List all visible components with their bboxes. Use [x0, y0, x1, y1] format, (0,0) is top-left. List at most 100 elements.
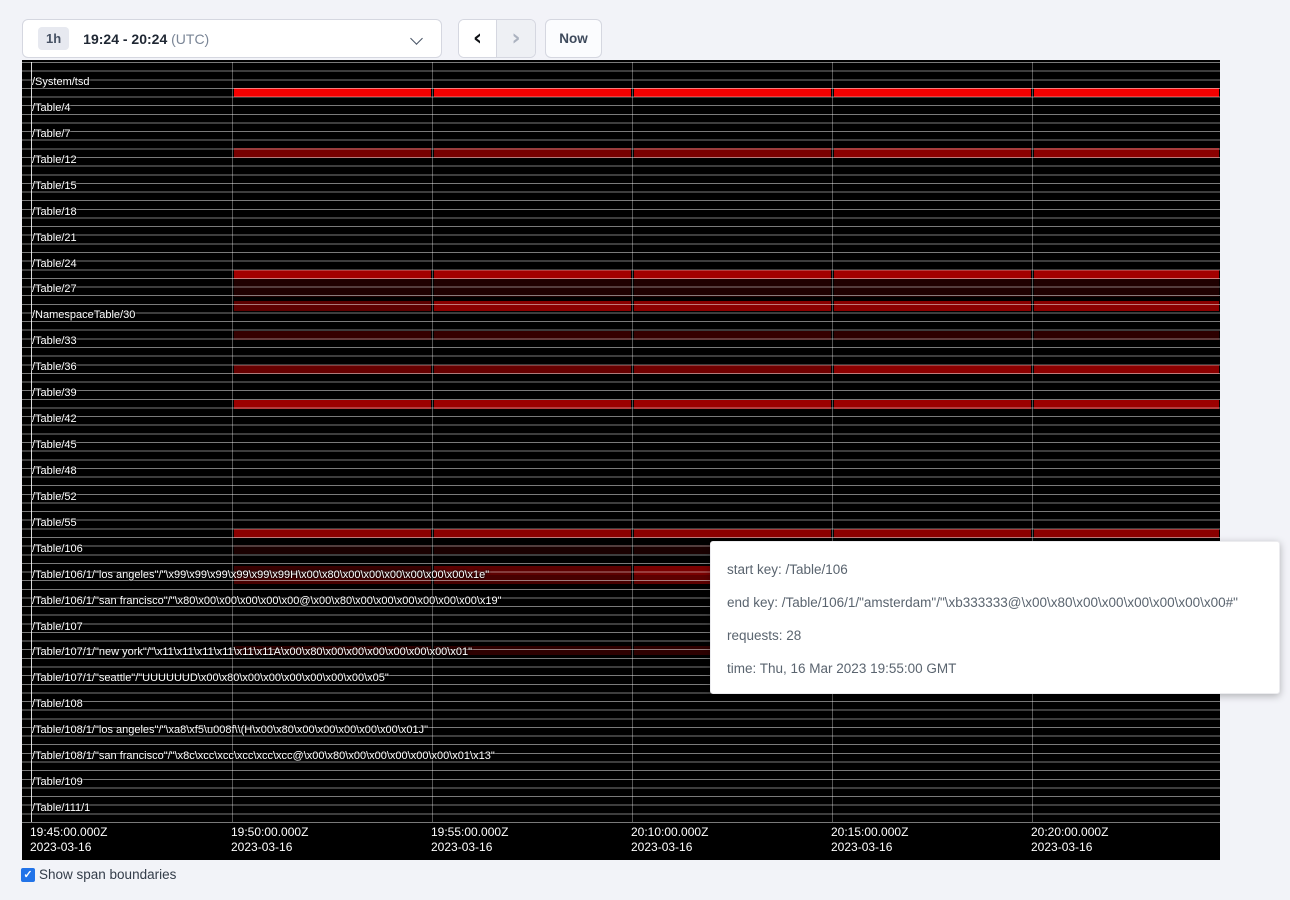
heatmap-band-cell[interactable]: [434, 529, 631, 538]
heatmap-band-cell[interactable]: [834, 529, 1031, 538]
heatmap-band-cell[interactable]: [234, 88, 431, 97]
heatmap-band-cell[interactable]: [1034, 279, 1219, 288]
span-label: /Table/52: [32, 491, 77, 503]
span-label: /Table/24: [32, 258, 77, 270]
heatmap-band-cell[interactable]: [634, 288, 831, 297]
span-label: /Table/12: [32, 154, 77, 166]
span-label: /Table/45: [32, 439, 77, 451]
heatmap-band-cell[interactable]: [634, 279, 831, 288]
now-button[interactable]: Now: [545, 19, 602, 58]
heatmap-band-cell[interactable]: [634, 88, 831, 97]
heatmap-band-cell[interactable]: [834, 279, 1031, 288]
time-bucket-gridline: [632, 62, 633, 822]
x-axis-tick: 20:20:00.000Z2023-03-16: [1031, 825, 1108, 855]
heatmap-band-cell[interactable]: [434, 331, 631, 340]
x-axis-tick: 19:55:00.000Z2023-03-16: [431, 825, 508, 855]
heatmap-band-cell[interactable]: [834, 400, 1031, 409]
show-span-boundaries-label: Show span boundaries: [39, 867, 176, 882]
tooltip-time: time: Thu, 16 Mar 2023 19:55:00 GMT: [727, 652, 1263, 685]
heatmap-band-cell[interactable]: [834, 288, 1031, 297]
heatmap-band-cell[interactable]: [434, 400, 631, 409]
heatmap-band-cell[interactable]: [434, 279, 631, 288]
x-axis-tick-date: 2023-03-16: [1031, 840, 1108, 855]
x-axis-tick-date: 2023-03-16: [831, 840, 908, 855]
heatmap-band-cell[interactable]: [234, 148, 431, 158]
span-label: /System/tsd: [32, 76, 89, 88]
span-label: /Table/107/1/"new york"/"\x11\x11\x11\x1…: [32, 646, 472, 658]
footer-controls: ✓ Show span boundaries: [21, 867, 176, 882]
heatmap-band-cell[interactable]: [1034, 288, 1219, 297]
prev-range-button[interactable]: ‹: [459, 20, 497, 57]
heatmap-band-cell[interactable]: [1034, 529, 1219, 538]
time-bucket-gridline: [432, 62, 433, 822]
x-axis-tick-date: 2023-03-16: [631, 840, 708, 855]
heatmap-band-cell[interactable]: [434, 148, 631, 158]
heatmap-band-cell[interactable]: [1034, 148, 1219, 158]
heatmap-band-cell[interactable]: [234, 288, 431, 297]
heatmap-band-cell[interactable]: [234, 270, 431, 279]
heatmap-band-cell[interactable]: [234, 400, 431, 409]
heatmap-band-cell[interactable]: [434, 545, 631, 554]
heatmap-band-cell[interactable]: [434, 365, 631, 374]
heatmap-band-cell[interactable]: [234, 566, 431, 575]
heatmap-band-cell[interactable]: [1034, 365, 1219, 374]
heatmap-band-cell[interactable]: [634, 365, 831, 374]
heatmap-left-boundary-line: [31, 62, 32, 822]
heatmap-band-cell[interactable]: [234, 301, 431, 311]
heatmap-band-cell[interactable]: [434, 575, 631, 584]
heatmap-band-cell[interactable]: [434, 88, 631, 97]
tooltip-end-key: end key: /Table/106/1/"amsterdam"/"\xb33…: [727, 586, 1263, 619]
heatmap-band-cell[interactable]: [834, 331, 1031, 340]
span-label: /Table/107: [32, 621, 83, 633]
heatmap-band-cell[interactable]: [234, 646, 431, 655]
heatmap-band-cell[interactable]: [1034, 400, 1219, 409]
time-bucket-gridline: [232, 62, 233, 822]
heatmap-band-cell[interactable]: [234, 529, 431, 538]
span-hover-tooltip: start key: /Table/106 end key: /Table/10…: [710, 541, 1280, 694]
heatmap-band-cell[interactable]: [434, 566, 631, 575]
heatmap-band-cell[interactable]: [634, 148, 831, 158]
heatmap-band-cell[interactable]: [1034, 88, 1219, 97]
heatmap-band-cell[interactable]: [434, 646, 631, 655]
heatmap-band-cell[interactable]: [634, 331, 831, 340]
heatmap-band-cell[interactable]: [634, 400, 831, 409]
span-label: /Table/15: [32, 180, 77, 192]
heatmap-band-cell[interactable]: [234, 365, 431, 374]
x-axis-tick-date: 2023-03-16: [231, 840, 308, 855]
heatmap-band-cell[interactable]: [634, 301, 831, 311]
heatmap-band-cell[interactable]: [434, 270, 631, 279]
heatmap-band-cell[interactable]: [234, 279, 431, 288]
range-text: 19:24 - 20:24 (UTC): [83, 31, 209, 47]
heatmap-band-cell[interactable]: [834, 270, 1031, 279]
chevron-right-icon: ›: [511, 26, 520, 51]
span-label: /Table/39: [32, 387, 77, 399]
heatmap-band-cell[interactable]: [1034, 270, 1219, 279]
x-axis-tick: 20:10:00.000Z2023-03-16: [631, 825, 708, 855]
heatmap-band-cell[interactable]: [634, 270, 831, 279]
heatmap-band-cell[interactable]: [834, 301, 1031, 311]
span-label: /Table/18: [32, 206, 77, 218]
heatmap-band-cell[interactable]: [834, 365, 1031, 374]
heatmap-band-cell[interactable]: [234, 545, 431, 554]
heatmap-band-cell[interactable]: [1034, 331, 1219, 340]
heatmap-band-cell[interactable]: [234, 575, 431, 584]
span-label: /Table/107/1/"seattle"/"UUUUUUD\x00\x80\…: [32, 672, 389, 684]
time-range-picker[interactable]: 1h 19:24 - 20:24 (UTC): [22, 19, 442, 58]
heatmap-band-cell[interactable]: [234, 331, 431, 340]
heatmap-band-cell[interactable]: [834, 148, 1031, 158]
heatmap-band-cell[interactable]: [634, 529, 831, 538]
x-axis-tick-date: 2023-03-16: [431, 840, 508, 855]
heatmap-band-cell[interactable]: [434, 301, 631, 311]
keyvisualizer-heatmap[interactable]: /System/tsd/Table/4/Table/7/Table/12/Tab…: [22, 60, 1220, 860]
span-label: /Table/7: [32, 128, 71, 140]
heatmap-band-cell[interactable]: [434, 288, 631, 297]
span-label: /NamespaceTable/30: [32, 309, 135, 321]
heatmap-band-cell[interactable]: [834, 88, 1031, 97]
span-label: /Table/48: [32, 465, 77, 477]
span-label: /Table/4: [32, 102, 71, 114]
next-range-button[interactable]: ›: [497, 20, 535, 57]
span-boundary-gridlines: [22, 62, 1220, 823]
show-span-boundaries-checkbox[interactable]: ✓: [21, 868, 35, 882]
x-axis-tick: 19:50:00.000Z2023-03-16: [231, 825, 308, 855]
heatmap-band-cell[interactable]: [1034, 301, 1219, 311]
